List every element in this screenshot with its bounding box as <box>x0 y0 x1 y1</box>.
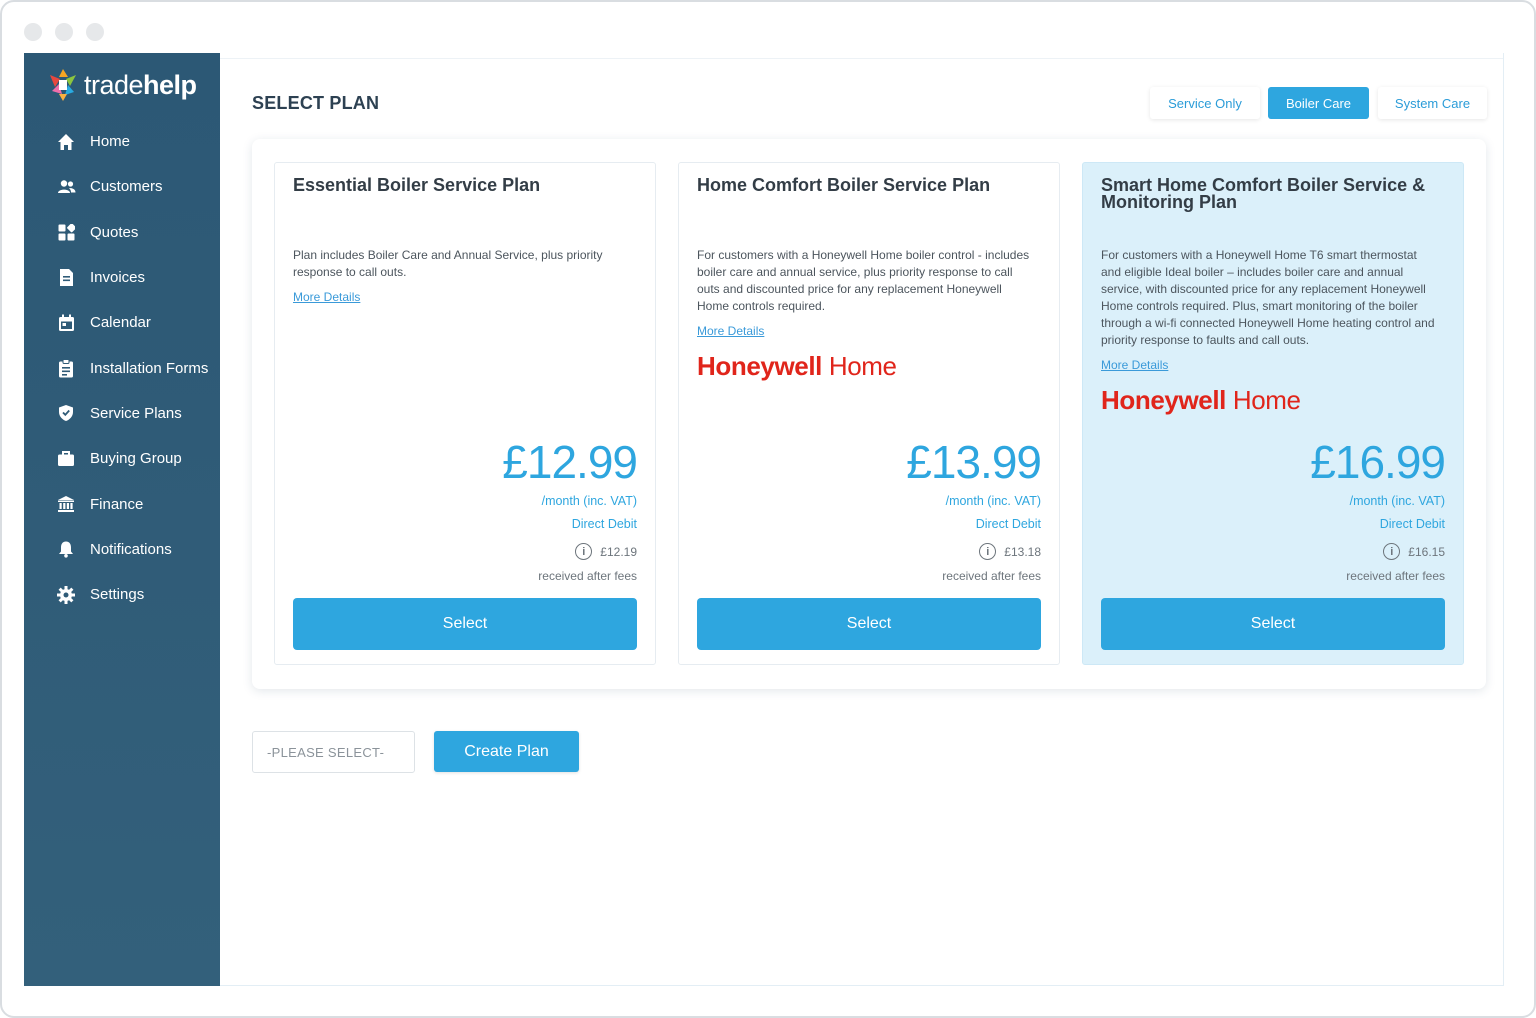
sidebar-item-label: Installation Forms <box>90 359 209 377</box>
net-label: received after fees <box>942 569 1041 583</box>
plan-description: Plan includes Boiler Care and Annual Ser… <box>293 248 603 279</box>
bell-icon <box>56 539 76 559</box>
grid-icon <box>56 222 76 242</box>
payment-method: Direct Debit <box>1379 517 1445 531</box>
select-plan-button[interactable]: Select <box>1101 598 1445 650</box>
sidebar-item-buying-group[interactable]: Buying Group <box>24 436 220 481</box>
net-label: received after fees <box>538 569 637 583</box>
sidebar-item-label: Home <box>90 133 131 151</box>
plan-price: £12.99 <box>502 436 638 488</box>
sidebar-item-label: Invoices <box>90 269 146 287</box>
net-amount-row: i £12.19 <box>575 543 637 560</box>
info-icon[interactable]: i <box>1383 543 1401 560</box>
create-plan-button[interactable]: Create Plan <box>434 731 579 772</box>
plan-type-system-care[interactable]: System Care <box>1378 87 1487 119</box>
net-amount-row: i £13.18 <box>979 543 1041 560</box>
more-details-link[interactable]: More Details <box>293 290 360 304</box>
plan-card-essential: Essential Boiler Service Plan Plan inclu… <box>274 162 656 665</box>
sidebar-item-quotes[interactable]: Quotes <box>24 210 220 255</box>
price-period: /month (inc. VAT) <box>945 494 1041 508</box>
sidebar-item-settings[interactable]: Settings <box>24 572 220 617</box>
sidebar-item-label: Customers <box>90 178 163 196</box>
sidebar-item-invoices[interactable]: Invoices <box>24 255 220 300</box>
page-title: SELECT PLAN <box>252 93 380 113</box>
home-icon <box>56 132 76 152</box>
calendar-icon <box>56 313 76 333</box>
plan-description: For customers with a Honeywell Home T6 s… <box>1101 248 1435 347</box>
sidebar-item-label: Quotes <box>90 223 139 241</box>
bank-icon <box>56 494 76 514</box>
plan-price: £13.99 <box>906 436 1042 488</box>
sidebar-item-finance[interactable]: Finance <box>24 481 220 526</box>
main-content: SELECT PLAN Service Only Boiler Care Sys… <box>220 53 1503 986</box>
sidebar-item-home[interactable]: Home <box>24 119 220 164</box>
sidebar-item-label: Buying Group <box>90 450 182 468</box>
users-icon <box>56 177 76 197</box>
tradehelp-logo[interactable]: tradehelp <box>46 65 197 105</box>
price-period: /month (inc. VAT) <box>541 494 637 508</box>
plan-description: For customers with a Honeywell Home boil… <box>697 248 1030 313</box>
net-amount: £16.15 <box>1408 544 1445 559</box>
briefcase-icon <box>56 449 76 469</box>
sidebar-item-customers[interactable]: Customers <box>24 164 220 209</box>
net-amount: £13.18 <box>1004 544 1041 559</box>
sidebar: tradehelp Home Customers Quotes Invoices… <box>24 53 220 986</box>
logo-wordmark: tradehelp <box>84 69 197 100</box>
plan-card-smart-home-comfort: Smart Home Comfort Boiler Service & Moni… <box>1082 162 1464 665</box>
more-details-link[interactable]: More Details <box>697 324 764 338</box>
app-shell: tradehelp Home Customers Quotes Invoices… <box>24 53 1504 986</box>
plan-card-home-comfort: Home Comfort Boiler Service Plan For cus… <box>678 162 1060 665</box>
plan-title: Essential Boiler Service Plan <box>293 175 541 195</box>
logo-icon <box>50 69 76 101</box>
window-dot[interactable] <box>55 23 73 41</box>
select-plan-button[interactable]: Select <box>293 598 637 650</box>
plan-type-boiler-care[interactable]: Boiler Care <box>1268 87 1369 119</box>
plan-price: £16.99 <box>1310 436 1446 488</box>
sidebar-item-notifications[interactable]: Notifications <box>24 527 220 572</box>
payment-method: Direct Debit <box>975 517 1041 531</box>
net-label: received after fees <box>1346 569 1445 583</box>
plan-title: Smart Home Comfort Boiler Service & Moni… <box>1101 175 1426 212</box>
net-amount: £12.19 <box>600 544 637 559</box>
gear-icon <box>56 585 76 605</box>
top-divider <box>220 53 1503 59</box>
sidebar-nav: Home Customers Quotes Invoices Calendar … <box>24 119 220 617</box>
plan-type-service-only[interactable]: Service Only <box>1150 87 1260 119</box>
sidebar-item-label: Service Plans <box>90 404 182 422</box>
sidebar-item-calendar[interactable]: Calendar <box>24 300 220 345</box>
sidebar-item-label: Calendar <box>90 314 151 332</box>
honeywell-home-logo: Honeywell Home <box>1101 385 1301 415</box>
window-dot[interactable] <box>86 23 104 41</box>
window-dot[interactable] <box>24 23 42 41</box>
plan-title: Home Comfort Boiler Service Plan <box>697 175 991 195</box>
price-period: /month (inc. VAT) <box>1349 494 1445 508</box>
sidebar-item-label: Notifications <box>90 540 172 558</box>
select-plan-button[interactable]: Select <box>697 598 1041 650</box>
plans-panel: Essential Boiler Service Plan Plan inclu… <box>252 139 1486 689</box>
sidebar-item-installation-forms[interactable]: Installation Forms <box>24 345 220 390</box>
payment-method: Direct Debit <box>571 517 637 531</box>
honeywell-home-logo: Honeywell Home <box>697 351 897 381</box>
more-details-link[interactable]: More Details <box>1101 358 1168 372</box>
sidebar-item-label: Settings <box>90 586 145 604</box>
clipboard-icon <box>56 358 76 378</box>
shield-icon <box>56 403 76 423</box>
net-amount-row: i £16.15 <box>1383 543 1445 560</box>
sidebar-item-label: Finance <box>90 495 144 513</box>
sidebar-item-service-plans[interactable]: Service Plans <box>24 391 220 436</box>
window-controls <box>24 23 104 41</box>
info-icon[interactable]: i <box>979 543 997 560</box>
plan-select-dropdown[interactable]: -PLEASE SELECT- <box>252 731 415 773</box>
info-icon[interactable]: i <box>575 543 593 560</box>
document-icon <box>56 268 76 288</box>
